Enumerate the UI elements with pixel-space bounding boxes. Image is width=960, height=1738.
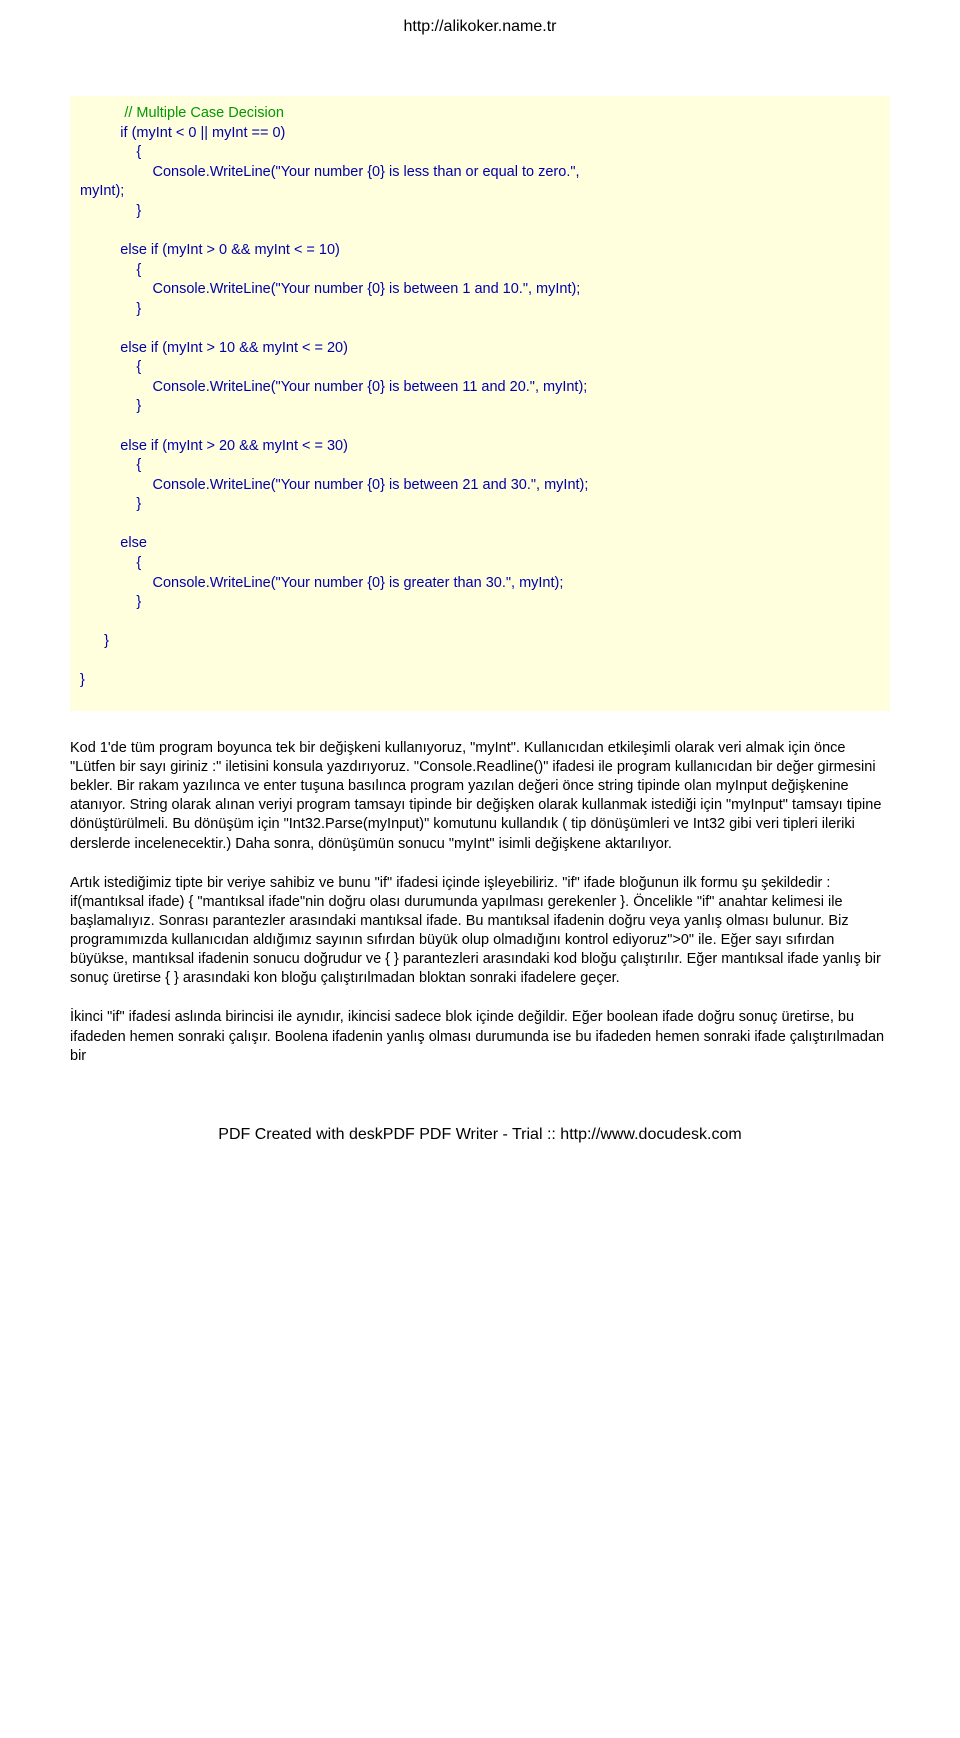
footer-text: PDF Created with deskPDF PDF Writer - Tr… <box>70 1126 890 1144</box>
code-comment: // Multiple Case Decision <box>80 105 284 121</box>
paragraph-1: Kod 1'de tüm program boyunca tek bir değ… <box>70 739 890 854</box>
paragraph-3: İkinci "if" ifadesi aslında birincisi il… <box>70 1008 890 1065</box>
code-block: // Multiple Case Decision if (myInt < 0 … <box>70 96 890 711</box>
document-page: http://alikoker.name.tr // Multiple Case… <box>0 0 960 1184</box>
paragraph-2: Artık istediğimiz tipte bir veriye sahib… <box>70 874 890 989</box>
code-body: if (myInt < 0 || myInt == 0) { Console.W… <box>80 125 588 689</box>
header-url: http://alikoker.name.tr <box>70 18 890 36</box>
